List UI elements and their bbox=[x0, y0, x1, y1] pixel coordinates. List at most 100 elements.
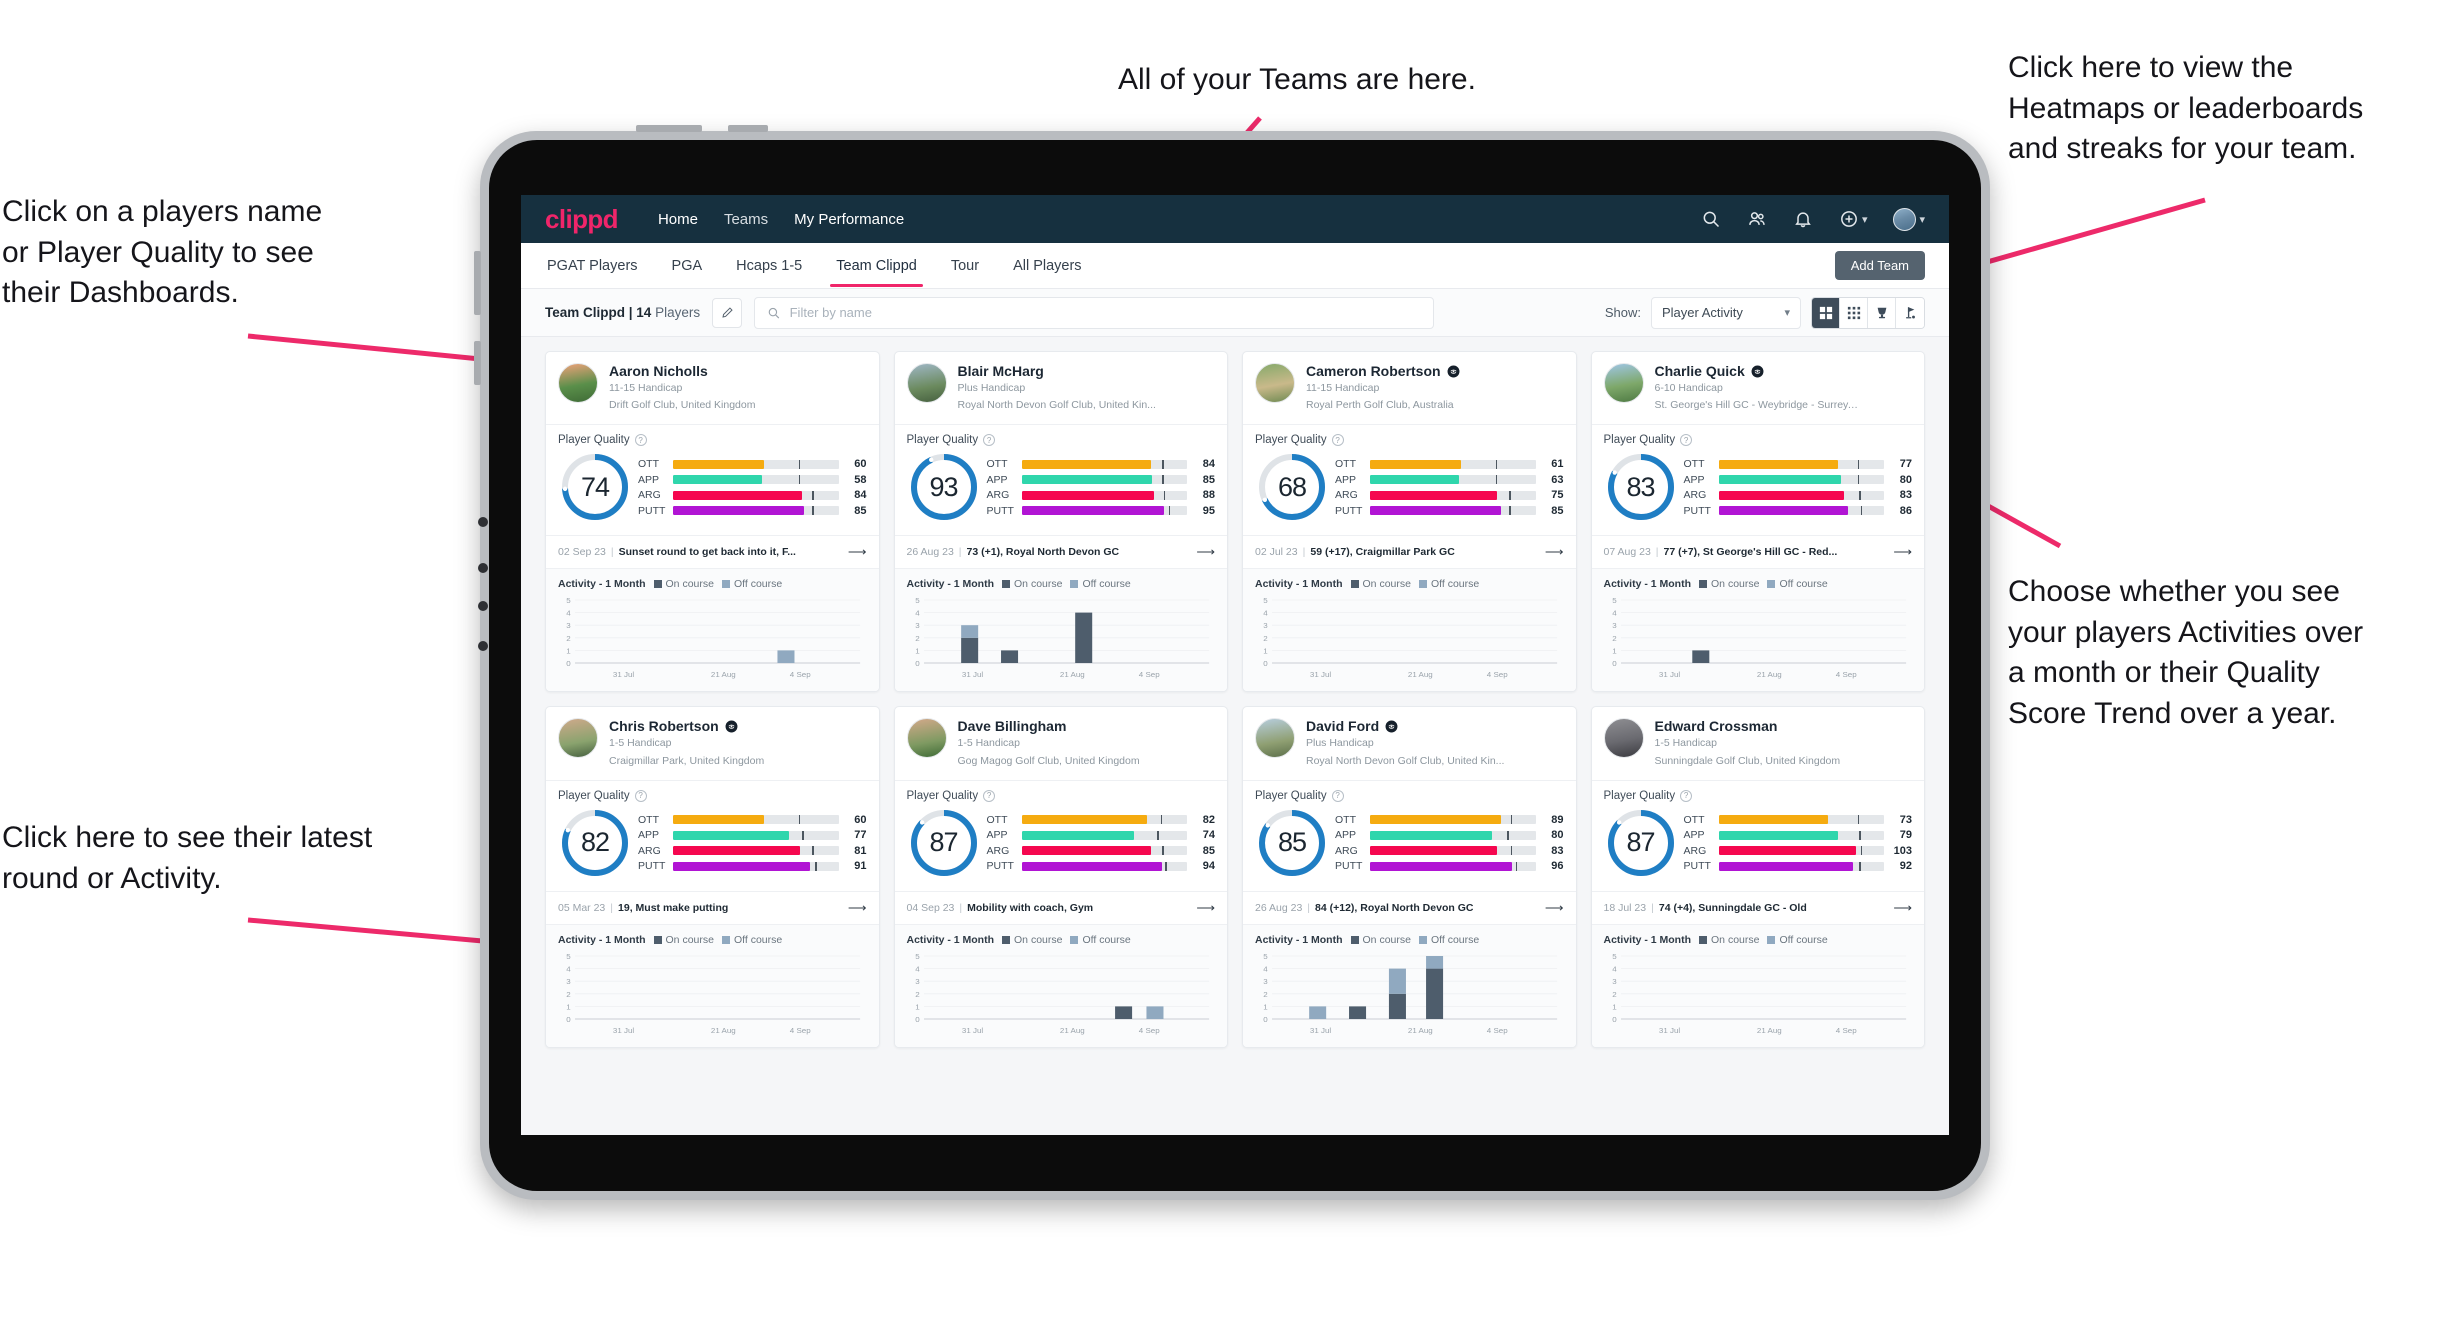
player-name[interactable]: Charlie Quick bbox=[1655, 363, 1860, 379]
metric-track bbox=[673, 861, 839, 871]
latest-round-row[interactable]: 07 Aug 23 | 77 (+7), St George's Hill GC… bbox=[1591, 536, 1924, 570]
player-quality-title: Player Quality ? bbox=[907, 789, 1216, 802]
latest-round-row[interactable]: 26 Aug 23 | 73 (+1), Royal North Devon G… bbox=[894, 536, 1227, 570]
search-field-wrapper[interactable] bbox=[754, 296, 1435, 329]
latest-round-row[interactable]: 26 Aug 23 | 84 (+12), Royal North Devon … bbox=[1243, 892, 1576, 925]
player-card[interactable]: Aaron Nicholls 11-15 Handicap Drift Golf… bbox=[545, 351, 880, 693]
arrow-right-icon[interactable]: ⟶ bbox=[1188, 544, 1215, 560]
latest-round-row[interactable]: 02 Jul 23 | 59 (+17), Craigmillar Park G… bbox=[1243, 536, 1576, 570]
player-card[interactable]: David Ford Plus Handicap Royal North Dev… bbox=[1242, 706, 1577, 1048]
player-quality-section[interactable]: Player Quality ? 74 OTT 60 APP 58 ARG 84… bbox=[546, 425, 879, 537]
help-icon[interactable]: ? bbox=[634, 434, 647, 447]
bell-icon[interactable] bbox=[1793, 209, 1813, 229]
arrow-right-icon[interactable]: ⟶ bbox=[840, 900, 867, 916]
player-name[interactable]: Edward Crossman bbox=[1655, 718, 1841, 734]
arrow-right-icon[interactable]: ⟶ bbox=[1885, 544, 1912, 560]
latest-round-row[interactable]: 04 Sep 23 | Mobility with coach, Gym ⟶ bbox=[894, 892, 1227, 925]
latest-round-description: Sunset round to get back into it, F... bbox=[618, 546, 796, 559]
metric-value: 95 bbox=[1202, 504, 1215, 517]
player-quality-section[interactable]: Player Quality ? 85 OTT 89 APP 80 ARG 83… bbox=[1243, 781, 1576, 892]
metric-label: OTT bbox=[1683, 813, 1705, 826]
svg-text:0: 0 bbox=[1263, 660, 1267, 669]
help-icon[interactable]: ? bbox=[983, 789, 996, 802]
arrow-right-icon[interactable]: ⟶ bbox=[1537, 544, 1564, 560]
player-name[interactable]: Cameron Robertson bbox=[1306, 363, 1460, 379]
player-name[interactable]: Aaron Nicholls bbox=[609, 363, 755, 379]
player-name[interactable]: Dave Billingham bbox=[958, 718, 1140, 734]
search-icon[interactable] bbox=[1701, 209, 1721, 229]
tab-pgat-players[interactable]: PGAT Players bbox=[545, 245, 640, 287]
nav-link-teams[interactable]: Teams bbox=[724, 211, 768, 228]
metric-fill bbox=[673, 490, 803, 500]
metric-track bbox=[1718, 815, 1884, 825]
latest-round-row[interactable]: 05 Mar 23 | 19, Must make putting ⟶ bbox=[546, 892, 879, 925]
player-name[interactable]: Chris Robertson bbox=[609, 718, 764, 734]
metric-track bbox=[1370, 861, 1536, 871]
tab-hcaps-1-5[interactable]: Hcaps 1-5 bbox=[734, 245, 804, 287]
golf-flag-icon[interactable] bbox=[1896, 297, 1924, 328]
player-quality-section[interactable]: Player Quality ? 93 OTT 84 APP 85 ARG 88… bbox=[894, 425, 1227, 537]
help-icon[interactable]: ? bbox=[983, 434, 996, 447]
latest-round-date: 26 Aug 23 bbox=[906, 546, 954, 559]
player-card[interactable]: Cameron Robertson 11-15 Handicap Royal P… bbox=[1242, 351, 1577, 693]
grid-large-icon[interactable] bbox=[1812, 297, 1840, 328]
arrow-right-icon[interactable]: ⟶ bbox=[1537, 900, 1564, 916]
arrow-right-icon[interactable]: ⟶ bbox=[1885, 900, 1912, 916]
player-quality-section[interactable]: Player Quality ? 83 OTT 77 APP 80 ARG 83… bbox=[1591, 425, 1924, 537]
player-quality-section[interactable]: Player Quality ? 82 OTT 60 APP 77 ARG 81… bbox=[546, 781, 879, 892]
latest-round-row[interactable]: 18 Jul 23 | 74 (+4), Sunningdale GC - Ol… bbox=[1591, 892, 1924, 925]
brand-logo[interactable]: clippd bbox=[545, 204, 619, 235]
metric-track bbox=[673, 846, 839, 856]
player-quality-section[interactable]: Player Quality ? 87 OTT bbox=[894, 781, 1227, 892]
plus-circle-icon[interactable]: ▾ bbox=[1839, 209, 1867, 229]
player-name[interactable]: David Ford bbox=[1306, 718, 1504, 734]
player-quality-title: Player Quality ? bbox=[1255, 789, 1564, 802]
trophy-icon[interactable] bbox=[1868, 297, 1896, 328]
player-quality-section[interactable]: Player Quality ? 68 OTT 61 APP 63 ARG 75… bbox=[1243, 425, 1576, 537]
metric-benchmark-marker bbox=[798, 459, 801, 469]
player-card-header: Cameron Robertson 11-15 Handicap Royal P… bbox=[1243, 352, 1576, 426]
grid-small-icon[interactable] bbox=[1840, 297, 1868, 328]
metric-track bbox=[1718, 490, 1884, 500]
help-icon[interactable]: ? bbox=[1331, 789, 1344, 802]
player-card-header: David Ford Plus Handicap Royal North Dev… bbox=[1243, 707, 1576, 781]
arrow-right-icon[interactable]: ⟶ bbox=[1188, 900, 1215, 916]
help-icon[interactable]: ? bbox=[1680, 434, 1693, 447]
search-input[interactable] bbox=[789, 305, 1422, 320]
player-card[interactable]: Chris Robertson 1-5 Handicap Craigmillar… bbox=[545, 706, 880, 1048]
activity-header: Activity - 1 Month On course Off course bbox=[907, 578, 1216, 590]
metric-value: 86 bbox=[1899, 504, 1912, 517]
show-select[interactable]: Player Activity ▾ bbox=[1651, 296, 1801, 329]
player-club: Royal Perth Golf Club, Australia bbox=[1306, 399, 1454, 412]
quality-score-value: 82 bbox=[580, 827, 610, 858]
edit-team-button[interactable] bbox=[712, 297, 743, 328]
metric-value: 81 bbox=[854, 844, 867, 857]
nav-link-home[interactable]: Home bbox=[658, 211, 698, 228]
help-icon[interactable]: ? bbox=[634, 789, 647, 802]
activity-section: Activity - 1 Month On course Off course … bbox=[1243, 569, 1576, 692]
nav-link-my-performance[interactable]: My Performance bbox=[794, 211, 904, 228]
player-card[interactable]: Dave Billingham 1-5 Handicap Gog Magog G… bbox=[893, 706, 1228, 1048]
help-icon[interactable]: ? bbox=[1331, 434, 1344, 447]
tab-pga[interactable]: PGA bbox=[670, 245, 705, 287]
metric-fill bbox=[1718, 490, 1845, 500]
avatar[interactable]: ▾ bbox=[1893, 207, 1925, 231]
arrow-right-icon[interactable]: ⟶ bbox=[840, 544, 867, 560]
player-card[interactable]: Blair McHarg Plus Handicap Royal North D… bbox=[893, 351, 1228, 693]
player-quality-section[interactable]: Player Quality ? 87 OTT bbox=[1591, 781, 1924, 892]
tab-team-clippd[interactable]: Team Clippd bbox=[830, 245, 923, 287]
player-name[interactable]: Blair McHarg bbox=[958, 363, 1156, 379]
activity-section: Activity - 1 Month On course Off course … bbox=[894, 569, 1227, 692]
tab-tour[interactable]: Tour bbox=[949, 245, 981, 287]
player-card[interactable]: Edward Crossman 1-5 Handicap Sunningdale… bbox=[1590, 706, 1925, 1048]
svg-text:0: 0 bbox=[566, 1015, 570, 1024]
help-icon[interactable]: ? bbox=[1680, 789, 1693, 802]
users-icon[interactable] bbox=[1747, 209, 1767, 229]
metric-fill bbox=[1718, 861, 1853, 871]
tab-all-players[interactable]: All Players bbox=[1011, 245, 1084, 287]
latest-round-row[interactable]: 02 Sep 23 | Sunset round to get back int… bbox=[546, 536, 879, 570]
activity-title: Activity - 1 Month bbox=[1255, 933, 1343, 946]
metric-label: PUTT bbox=[1683, 504, 1711, 517]
player-card[interactable]: Charlie Quick 6-10 Handicap St. George's… bbox=[1590, 351, 1925, 693]
add-team-button[interactable]: Add Team bbox=[1834, 251, 1925, 280]
